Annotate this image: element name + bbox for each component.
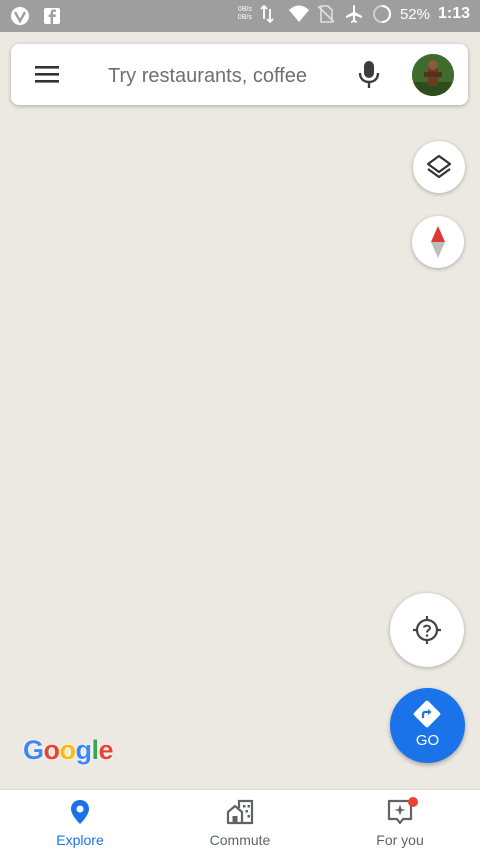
status-bar: 0B/s 0B/s 52% 1:13 — [0, 0, 480, 32]
hamburger-menu-icon — [35, 66, 59, 83]
logo-letter: g — [75, 735, 93, 765]
my-location-button[interactable] — [390, 593, 464, 667]
net-up-text: 0B/s — [237, 6, 252, 13]
no-sim-icon — [316, 4, 336, 24]
nav-label-commute: Commute — [209, 832, 271, 848]
battery-percent: 52% — [399, 5, 430, 23]
logo-letter: l — [91, 735, 100, 765]
go-label: GO — [415, 732, 440, 749]
battery-icon — [372, 4, 392, 24]
clock: 1:13 — [437, 5, 470, 22]
voice-search-button[interactable] — [357, 60, 381, 90]
nav-tab-commute[interactable]: Commute — [160, 790, 320, 855]
nav-tab-for-you[interactable]: For you — [320, 790, 480, 855]
logo-letter: o — [59, 735, 77, 765]
commute-icon — [226, 799, 254, 825]
search-bar — [11, 44, 468, 105]
account-avatar[interactable] — [412, 54, 454, 96]
nav-label-for-you: For you — [376, 832, 424, 848]
layers-icon — [426, 154, 452, 179]
vivaldi-icon — [10, 6, 30, 26]
menu-button[interactable] — [33, 60, 61, 88]
logo-letter: o — [43, 735, 61, 765]
airplane-icon — [344, 4, 364, 24]
google-logo: Google — [23, 735, 114, 766]
facebook-icon — [42, 6, 62, 26]
search-input[interactable] — [106, 56, 350, 96]
nav-tab-explore[interactable]: Explore — [0, 790, 160, 855]
wifi-icon — [288, 4, 309, 24]
microphone-icon — [358, 61, 380, 88]
map-canvas[interactable] — [0, 32, 480, 789]
network-speed: 0B/s 0B/s — [238, 6, 252, 22]
directions-go-button[interactable]: GO — [390, 688, 465, 763]
logo-letter: G — [23, 735, 44, 765]
notification-badge — [408, 797, 418, 807]
layers-button[interactable] — [413, 141, 465, 193]
net-down-text: 0B/s — [237, 14, 252, 21]
compass-icon — [431, 226, 445, 258]
pin-icon — [71, 800, 89, 824]
logo-letter: e — [98, 735, 114, 765]
directions-icon — [413, 700, 441, 728]
nav-label-explore: Explore — [56, 832, 104, 848]
location-unknown-icon — [413, 616, 441, 644]
bottom-navigation: Explore Commute For you — [0, 789, 480, 855]
compass-button[interactable] — [412, 216, 464, 268]
data-arrows-icon — [260, 4, 280, 24]
profile-photo — [412, 54, 454, 96]
